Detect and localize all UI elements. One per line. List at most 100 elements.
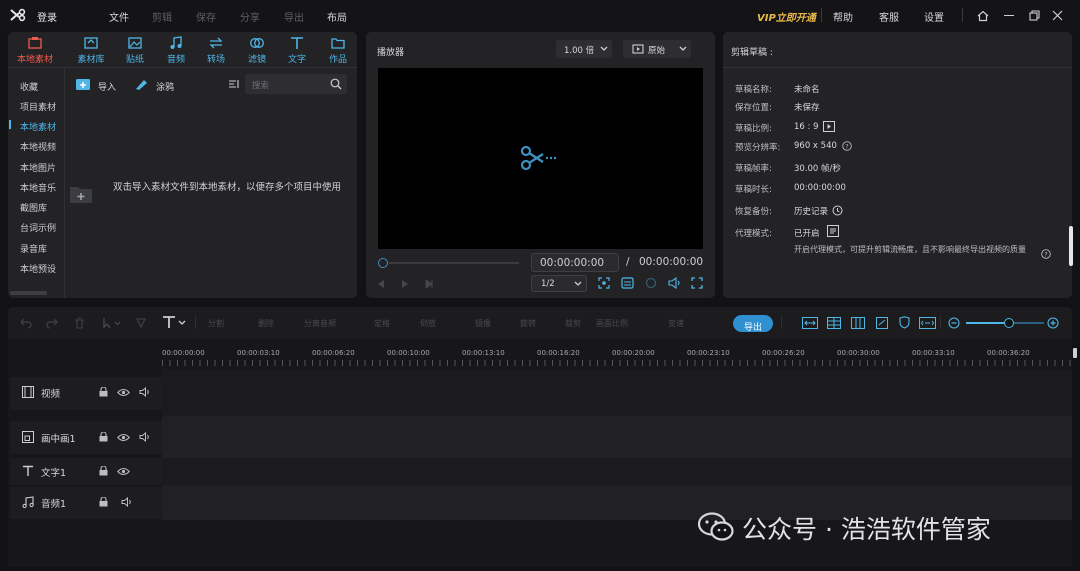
graffiti-button[interactable]: 涂鸦 <box>156 80 174 93</box>
select-tool-icon[interactable] <box>102 317 122 329</box>
tool-reverse[interactable]: 倒放 <box>420 318 436 329</box>
sidebar-item-project[interactable]: 项目素材 <box>20 100 56 113</box>
import-button[interactable]: 导入 <box>98 80 116 93</box>
next-frame-icon[interactable] <box>424 279 434 289</box>
tool-crop[interactable]: 裁剪 <box>565 318 581 329</box>
playback-controls[interactable] <box>376 279 456 289</box>
import-icon[interactable] <box>75 77 91 91</box>
menu-file[interactable]: 文件 <box>109 9 129 24</box>
main-track-icon[interactable] <box>876 317 888 329</box>
tool-mirror[interactable]: 镜像 <box>475 318 491 329</box>
lock-icon[interactable] <box>99 497 108 507</box>
sidebar-item-local[interactable]: 本地素材 <box>20 120 56 133</box>
speaker-icon[interactable] <box>139 387 151 397</box>
menu-share[interactable]: 分享 <box>240 9 260 24</box>
add-text-icon[interactable] <box>161 315 189 329</box>
category-transition[interactable]: 转场 <box>196 36 236 65</box>
sort-icon[interactable] <box>228 78 240 90</box>
eye-icon[interactable] <box>117 388 130 397</box>
category-works[interactable]: 作品 <box>318 36 358 65</box>
tool-freeze[interactable]: 定格 <box>374 318 390 329</box>
category-text[interactable]: 文字 <box>277 36 317 65</box>
service-button[interactable]: 客服 <box>879 9 899 24</box>
menu-layout[interactable]: 布局 <box>327 9 347 24</box>
panel-resize-handle[interactable] <box>1069 226 1073 266</box>
ratio-select[interactable]: 原始 <box>623 40 691 58</box>
zoom-knob[interactable] <box>1003 318 1014 328</box>
menu-edit[interactable]: 剪辑 <box>152 9 172 24</box>
scale-select[interactable]: 1/2 <box>531 275 587 292</box>
marker-icon[interactable] <box>135 317 147 329</box>
menu-export[interactable]: 导出 <box>284 9 304 24</box>
speed-select[interactable]: 1.00 倍 <box>556 40 612 58</box>
lock-icon[interactable] <box>99 432 108 442</box>
proxy-settings-icon[interactable] <box>827 225 839 237</box>
redo-icon[interactable] <box>46 317 58 329</box>
progress-track[interactable] <box>389 262 519 264</box>
help-button[interactable]: 帮助 <box>833 9 853 24</box>
trash-icon[interactable] <box>74 317 85 329</box>
folder-add-icon[interactable] <box>69 184 93 204</box>
linkage-icon[interactable] <box>827 317 841 329</box>
fullscreen-icon[interactable] <box>691 277 703 289</box>
category-library[interactable]: 素材库 <box>71 36 111 65</box>
track-lane-video[interactable] <box>162 369 1072 416</box>
fit-timeline-icon[interactable] <box>919 317 936 329</box>
graffiti-icon[interactable] <box>134 77 149 91</box>
sidebar-item-favorites[interactable]: 收藏 <box>20 80 38 93</box>
lock-icon[interactable] <box>99 387 108 397</box>
prev-frame-icon[interactable] <box>376 279 386 289</box>
sidebar-item-local-music[interactable]: 本地音乐 <box>20 181 56 194</box>
sidebar-item-local-image[interactable]: 本地图片 <box>20 161 56 174</box>
vip-button[interactable]: VIP立即开通 <box>757 9 816 24</box>
minimize-icon[interactable] <box>1004 15 1014 17</box>
volume-icon[interactable] <box>668 277 681 289</box>
eye-icon[interactable] <box>117 467 130 476</box>
tool-aspect[interactable]: 画面比例 <box>596 318 628 329</box>
lock-icon[interactable] <box>99 466 108 476</box>
tool-rotate[interactable]: 旋转 <box>520 318 536 329</box>
restore-icon[interactable] <box>1029 10 1040 21</box>
fit-icon[interactable] <box>598 277 610 289</box>
play-icon[interactable] <box>400 279 410 289</box>
loop-icon[interactable] <box>645 277 657 289</box>
help-circle-icon[interactable]: ? <box>1041 249 1051 259</box>
speaker-icon[interactable] <box>139 432 151 442</box>
track-lane-text[interactable] <box>162 458 1072 485</box>
category-audio[interactable]: 音频 <box>156 36 196 65</box>
scrollbar[interactable] <box>10 291 47 295</box>
current-time-input[interactable]: 00:00:00:00 <box>531 253 619 272</box>
zoom-in-icon[interactable] <box>1047 317 1059 329</box>
shield-icon[interactable] <box>899 316 910 329</box>
category-local[interactable]: 本地素材 <box>15 36 55 65</box>
speaker-icon[interactable] <box>121 497 133 507</box>
tool-delete[interactable]: 删除 <box>258 318 274 329</box>
tool-split[interactable]: 分割 <box>208 318 224 329</box>
menu-save[interactable]: 保存 <box>196 9 216 24</box>
sidebar-item-preset[interactable]: 本地预设 <box>20 262 56 275</box>
zoom-out-icon[interactable] <box>948 317 960 329</box>
track-lane-pip[interactable] <box>162 416 1072 458</box>
eye-icon[interactable] <box>117 433 130 442</box>
settings-button[interactable]: 设置 <box>924 9 944 24</box>
login-button[interactable]: 登录 <box>37 9 57 24</box>
search-input[interactable]: 搜索 <box>245 74 347 94</box>
preview-axis-icon[interactable] <box>851 317 865 329</box>
close-icon[interactable] <box>1052 10 1063 21</box>
sidebar-item-lines[interactable]: 台词示例 <box>20 221 56 234</box>
tool-detach-audio[interactable]: 分离音频 <box>304 318 336 329</box>
draft-backup-value[interactable]: 历史记录 <box>794 205 828 217</box>
subtitle-icon[interactable] <box>621 277 634 289</box>
tool-speed[interactable]: 变速 <box>668 318 684 329</box>
home-icon[interactable] <box>977 10 989 22</box>
search-icon[interactable] <box>330 78 342 90</box>
category-filter[interactable]: 滤镜 <box>237 36 277 65</box>
undo-icon[interactable] <box>20 317 32 329</box>
help-circle-icon[interactable]: ? <box>842 141 852 151</box>
snap-icon[interactable] <box>802 317 818 329</box>
sidebar-item-recording[interactable]: 录音库 <box>20 242 47 255</box>
export-button[interactable]: 导出 <box>733 315 773 333</box>
ratio-play-icon[interactable] <box>823 121 835 132</box>
preview-canvas[interactable] <box>378 68 703 249</box>
progress-handle[interactable] <box>378 258 388 268</box>
